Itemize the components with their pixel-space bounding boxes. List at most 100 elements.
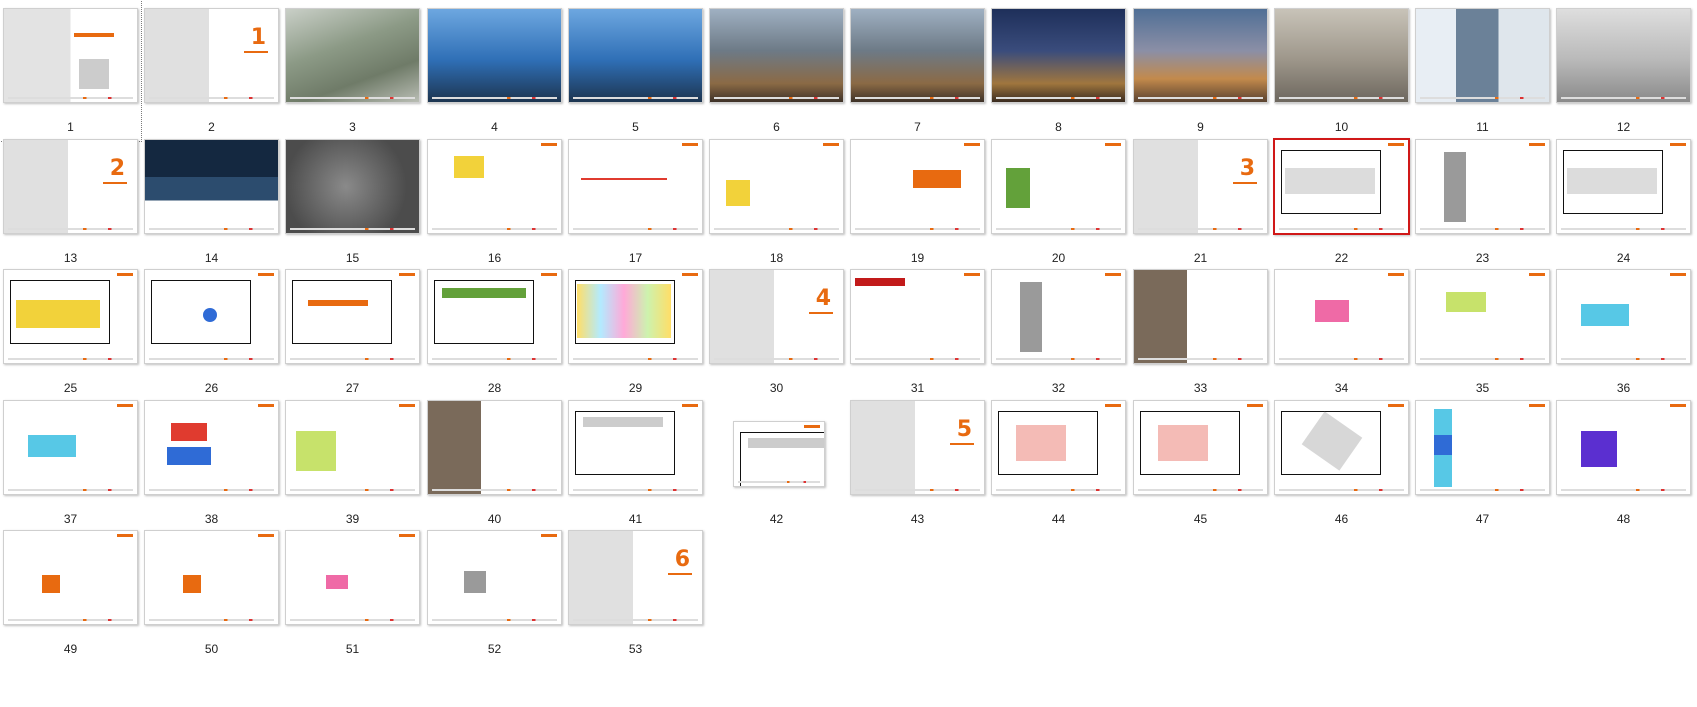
slide-34[interactable]: 34	[1271, 261, 1412, 402]
slide-12[interactable]: 12	[1553, 0, 1694, 141]
slide-thumbnail[interactable]	[850, 139, 985, 234]
slide-thumbnail[interactable]	[850, 269, 985, 364]
slide-8[interactable]: 8	[988, 0, 1129, 141]
slide-27[interactable]: 27	[282, 261, 423, 402]
slide-3[interactable]: 3	[282, 0, 423, 141]
slide-thumbnail[interactable]	[1415, 400, 1550, 495]
slide-thumbnail[interactable]	[991, 139, 1126, 234]
slide-thumbnail[interactable]	[3, 530, 138, 625]
slide-35[interactable]: 35	[1412, 261, 1553, 402]
slide-48[interactable]: 48	[1553, 392, 1694, 533]
slide-15[interactable]: 15	[282, 131, 423, 272]
slide-thumbnail[interactable]	[1556, 8, 1691, 103]
slide-24[interactable]: 24	[1553, 131, 1694, 272]
slide-19[interactable]: 19	[847, 131, 988, 272]
slide-thumbnail[interactable]	[850, 8, 985, 103]
slide-5[interactable]: 5	[565, 0, 706, 141]
slide-thumbnail[interactable]	[144, 400, 279, 495]
slide-thumbnail[interactable]	[144, 530, 279, 625]
slide-thumbnail[interactable]	[733, 421, 825, 487]
slide-50[interactable]: 50	[141, 522, 282, 663]
slide-thumbnail[interactable]: 3	[1133, 139, 1268, 234]
slide-20[interactable]: 20	[988, 131, 1129, 272]
slide-thumbnail[interactable]	[568, 139, 703, 234]
slide-49[interactable]: 49	[0, 522, 141, 663]
slide-thumbnail[interactable]	[285, 400, 420, 495]
slide-thumbnail[interactable]: 6	[568, 530, 703, 625]
slide-2[interactable]: 12	[141, 0, 282, 141]
slide-thumbnail[interactable]	[1415, 139, 1550, 234]
slide-thumbnail[interactable]	[285, 139, 420, 234]
slide-13[interactable]: 2 13	[0, 131, 141, 272]
slide-18[interactable]: 18	[706, 131, 847, 272]
slide-thumbnail[interactable]: 2	[3, 139, 138, 234]
slide-thumbnail[interactable]: 5	[850, 400, 985, 495]
slide-45[interactable]: 45	[1130, 392, 1271, 533]
slide-36[interactable]: 36	[1553, 261, 1694, 402]
slide-21[interactable]: 3 21	[1130, 131, 1271, 272]
slide-thumbnail[interactable]	[1133, 269, 1268, 364]
slide-thumbnail[interactable]	[1274, 269, 1409, 364]
slide-47[interactable]: 47	[1412, 392, 1553, 533]
slide-thumbnail[interactable]	[144, 139, 279, 234]
slide-42[interactable]: 42	[706, 392, 847, 533]
slide-37[interactable]: 37	[0, 392, 141, 533]
slide-thumbnail[interactable]	[1556, 139, 1691, 234]
slide-thumbnail[interactable]	[427, 269, 562, 364]
slide-31[interactable]: 31	[847, 261, 988, 402]
slide-30[interactable]: 4 30	[706, 261, 847, 402]
slide-7[interactable]: 7	[847, 0, 988, 141]
slide-39[interactable]: 39	[282, 392, 423, 533]
slide-52[interactable]: 52	[424, 522, 565, 663]
slide-thumbnail[interactable]	[991, 269, 1126, 364]
slide-14[interactable]: 14	[141, 131, 282, 272]
slide-thumbnail[interactable]	[3, 400, 138, 495]
slide-1[interactable]: 1	[0, 0, 142, 142]
slide-33[interactable]: 33	[1130, 261, 1271, 402]
slide-32[interactable]: 32	[988, 261, 1129, 402]
slide-thumbnail[interactable]: 4	[709, 269, 844, 364]
slide-thumbnail[interactable]	[144, 269, 279, 364]
slide-thumbnail[interactable]	[3, 269, 138, 364]
slide-43[interactable]: 5 43	[847, 392, 988, 533]
slide-40[interactable]: 40	[424, 392, 565, 533]
slide-17[interactable]: 17	[565, 131, 706, 272]
slide-51[interactable]: 51	[282, 522, 423, 663]
slide-25[interactable]: 25	[0, 261, 141, 402]
slide-thumbnail[interactable]: 1	[144, 8, 279, 103]
slide-26[interactable]: 26	[141, 261, 282, 402]
slide-thumbnail[interactable]	[1133, 400, 1268, 495]
slide-thumbnail[interactable]	[1133, 8, 1268, 103]
slide-38[interactable]: 38	[141, 392, 282, 533]
slide-thumbnail[interactable]	[1415, 8, 1550, 103]
slide-thumbnail[interactable]	[1274, 400, 1409, 495]
slide-thumbnail[interactable]	[568, 400, 703, 495]
slide-41[interactable]: 41	[565, 392, 706, 533]
slide-thumbnail[interactable]	[709, 8, 844, 103]
slide-thumbnail[interactable]	[285, 269, 420, 364]
slide-thumbnail[interactable]	[3, 8, 138, 103]
slide-46[interactable]: 46	[1271, 392, 1412, 533]
slide-thumbnail[interactable]	[427, 8, 562, 103]
slide-23[interactable]: 23	[1412, 131, 1553, 272]
slide-thumbnail[interactable]	[709, 139, 844, 234]
slide-thumbnail[interactable]	[568, 269, 703, 364]
slide-thumbnail[interactable]	[1556, 400, 1691, 495]
slide-thumbnail[interactable]	[427, 530, 562, 625]
slide-10[interactable]: 10	[1271, 0, 1412, 141]
slide-28[interactable]: 28	[424, 261, 565, 402]
slide-thumbnail[interactable]	[427, 400, 562, 495]
slide-6[interactable]: 6	[706, 0, 847, 141]
slide-thumbnail[interactable]	[991, 400, 1126, 495]
slide-thumbnail[interactable]	[1556, 269, 1691, 364]
slide-53[interactable]: 6 53	[565, 522, 706, 663]
slide-9[interactable]: 9	[1130, 0, 1271, 141]
slide-thumbnail[interactable]	[1415, 269, 1550, 364]
slide-thumbnail[interactable]	[991, 8, 1126, 103]
slide-16[interactable]: 16	[424, 131, 565, 272]
slide-thumbnail[interactable]	[285, 530, 420, 625]
slide-11[interactable]: 11	[1412, 0, 1553, 141]
slide-thumbnail[interactable]	[568, 8, 703, 103]
slide-thumbnail[interactable]	[1274, 8, 1409, 103]
slide-4[interactable]: 4	[424, 0, 565, 141]
